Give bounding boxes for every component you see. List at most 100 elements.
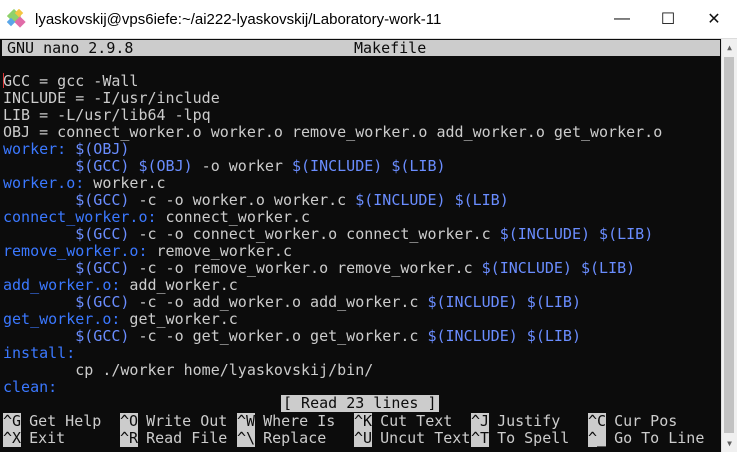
code-text: connect_worker.c xyxy=(156,208,311,226)
maximize-icon: ☐ xyxy=(660,11,676,28)
shortcut-label: Cut Text xyxy=(380,412,453,430)
make-variable: $(INCLUDE) xyxy=(427,327,518,345)
code-line: remove_worker.o: remove_worker.c xyxy=(3,243,662,260)
shortcut-key: ^R xyxy=(120,429,139,447)
make-variable: $(INCLUDE) xyxy=(481,259,572,277)
make-variable: $(OBJ) xyxy=(66,140,130,158)
maximize-button[interactable]: ☐ xyxy=(645,0,691,38)
shortcut-key: ^_ xyxy=(588,429,607,447)
shortcut-label: To Spell xyxy=(497,429,570,447)
code-line: $(GCC) -c -o worker.o worker.c $(INCLUDE… xyxy=(3,192,662,209)
scroll-thumb[interactable] xyxy=(724,57,734,433)
shortcut-item[interactable]: ^_ Go To Line xyxy=(588,430,705,447)
shortcut-item[interactable]: ^T To Spell xyxy=(471,430,588,447)
shortcut-label: Justify xyxy=(497,412,561,430)
close-icon: ✕ xyxy=(707,11,721,28)
code-line: install: xyxy=(3,345,662,362)
shortcut-bar: ^G Get Help ^O Write Out ^W Where Is ^K Cut Tex… xyxy=(3,413,705,447)
make-variable: $(LIB) xyxy=(599,225,654,243)
code-line: connect_worker.o: connect_worker.c xyxy=(3,209,662,226)
code-line: $(GCC) -c -o remove_worker.o remove_work… xyxy=(3,260,662,277)
status-message: [ Read 23 lines ] xyxy=(281,394,439,412)
shortcut-label: Read File xyxy=(146,429,228,447)
shortcut-item[interactable]: ^U Uncut Text xyxy=(354,430,471,447)
shortcut-item[interactable]: ^X Exit xyxy=(3,430,120,447)
shortcut-label: Go To Line xyxy=(614,429,705,447)
shortcut-item[interactable]: ^O Write Out xyxy=(120,413,237,430)
code-line: $(GCC) -c -o get_worker.o get_worker.c $… xyxy=(3,328,662,345)
code-line: add_worker.o: add_worker.c xyxy=(3,277,662,294)
make-target: remove_worker.o: xyxy=(3,242,148,260)
terminal-area[interactable]: GNU nano 2.9.8 Makefile GCC = gcc -Wall I… xyxy=(0,39,722,452)
code-line: get_worker.o: get_worker.c xyxy=(3,311,662,328)
shortcut-label: Get Help xyxy=(29,412,102,430)
shortcut-key: ^C xyxy=(588,412,607,430)
code-text: -c -o remove_worker.o remove_worker.c xyxy=(129,259,482,277)
window-titlebar: lyaskovskij@vps6iefe:~/ai222-lyaskovskij… xyxy=(0,0,737,39)
nano-header-bar: GNU nano 2.9.8 Makefile xyxy=(2,39,720,57)
make-variable: $(GCC) xyxy=(75,327,130,345)
code-line: cp ./worker home/lyaskovskij/bin/ xyxy=(3,362,662,379)
nano-filename: Makefile xyxy=(354,39,427,57)
make-target: clean: xyxy=(3,378,58,396)
shortcut-key: ^T xyxy=(471,429,490,447)
shortcut-key: ^X xyxy=(3,429,22,447)
make-variable: $(GCC) xyxy=(75,157,130,175)
shortcut-label: Where Is xyxy=(263,412,336,430)
shortcut-item[interactable]: ^J Justify xyxy=(471,413,588,430)
shortcut-key: ^O xyxy=(120,412,139,430)
putty-app-icon[interactable] xyxy=(7,9,27,29)
make-target: get_worker.o: xyxy=(3,310,121,328)
vertical-scrollbar[interactable]: ▲ ▼ xyxy=(721,39,737,452)
code-text: GCC = gcc -Wall xyxy=(3,72,139,90)
window-controls: — ☐ ✕ xyxy=(599,0,737,38)
code-text: get_worker.c xyxy=(120,310,238,328)
file-content[interactable]: GCC = gcc -Wall INCLUDE = -I/usr/include L… xyxy=(3,73,662,396)
shortcut-row: ^X Exit ^R Read File ^\ Replace ^U Uncut Text ^T… xyxy=(3,430,705,447)
code-line: $(GCC) -c -o connect_worker.o connect_wo… xyxy=(3,226,662,243)
close-button[interactable]: ✕ xyxy=(691,0,737,38)
shortcut-item[interactable]: ^C Cur Pos xyxy=(588,413,705,430)
shortcut-label: Exit xyxy=(29,429,66,447)
code-text: add_worker.c xyxy=(120,276,238,294)
code-line: $(GCC) -c -o add_worker.o add_worker.c $… xyxy=(3,294,662,311)
make-variable: $(GCC) xyxy=(75,293,130,311)
make-variable: $(LIB) xyxy=(580,259,636,277)
minimize-button[interactable]: — xyxy=(599,0,645,38)
code-text: -c -o add_worker.o add_worker.c xyxy=(129,293,428,311)
make-variable: $(LIB) xyxy=(526,293,581,311)
shortcut-label: Replace xyxy=(263,429,327,447)
minimize-icon: — xyxy=(614,10,630,27)
make-variable: $(INCLUDE) xyxy=(355,191,446,209)
shortcut-label: Write Out xyxy=(146,412,228,430)
make-variable: $(OBJ) xyxy=(138,157,193,175)
code-line: LIB = -L/usr/lib64 -lpq xyxy=(3,107,662,124)
make-variable: $(INCLUDE) xyxy=(292,157,383,175)
shortcut-item[interactable]: ^K Cut Text xyxy=(354,413,471,430)
shortcut-item[interactable]: ^G Get Help xyxy=(3,413,120,430)
make-target: worker: xyxy=(3,140,67,158)
code-line: worker: $(OBJ) xyxy=(3,141,662,158)
scroll-up-icon[interactable]: ▲ xyxy=(722,39,737,56)
shortcut-key: ^J xyxy=(471,412,490,430)
make-variable: $(GCC) xyxy=(75,191,130,209)
shortcut-item[interactable]: ^\ Replace xyxy=(237,430,354,447)
scroll-down-icon[interactable]: ▼ xyxy=(722,435,737,452)
make-target: worker.o: xyxy=(3,174,85,192)
make-variable: $(INCLUDE) xyxy=(499,225,591,243)
shortcut-key: ^W xyxy=(237,412,256,430)
make-variable: $(GCC) xyxy=(75,225,130,243)
shortcut-item[interactable]: ^R Read File xyxy=(120,430,237,447)
code-text: remove_worker.c xyxy=(147,242,292,260)
shortcut-key: ^\ xyxy=(237,429,256,447)
code-line: OBJ = connect_worker.o worker.o remove_w… xyxy=(3,124,662,141)
shortcut-item[interactable]: ^W Where Is xyxy=(237,413,354,430)
code-line: GCC = gcc -Wall xyxy=(3,73,662,90)
